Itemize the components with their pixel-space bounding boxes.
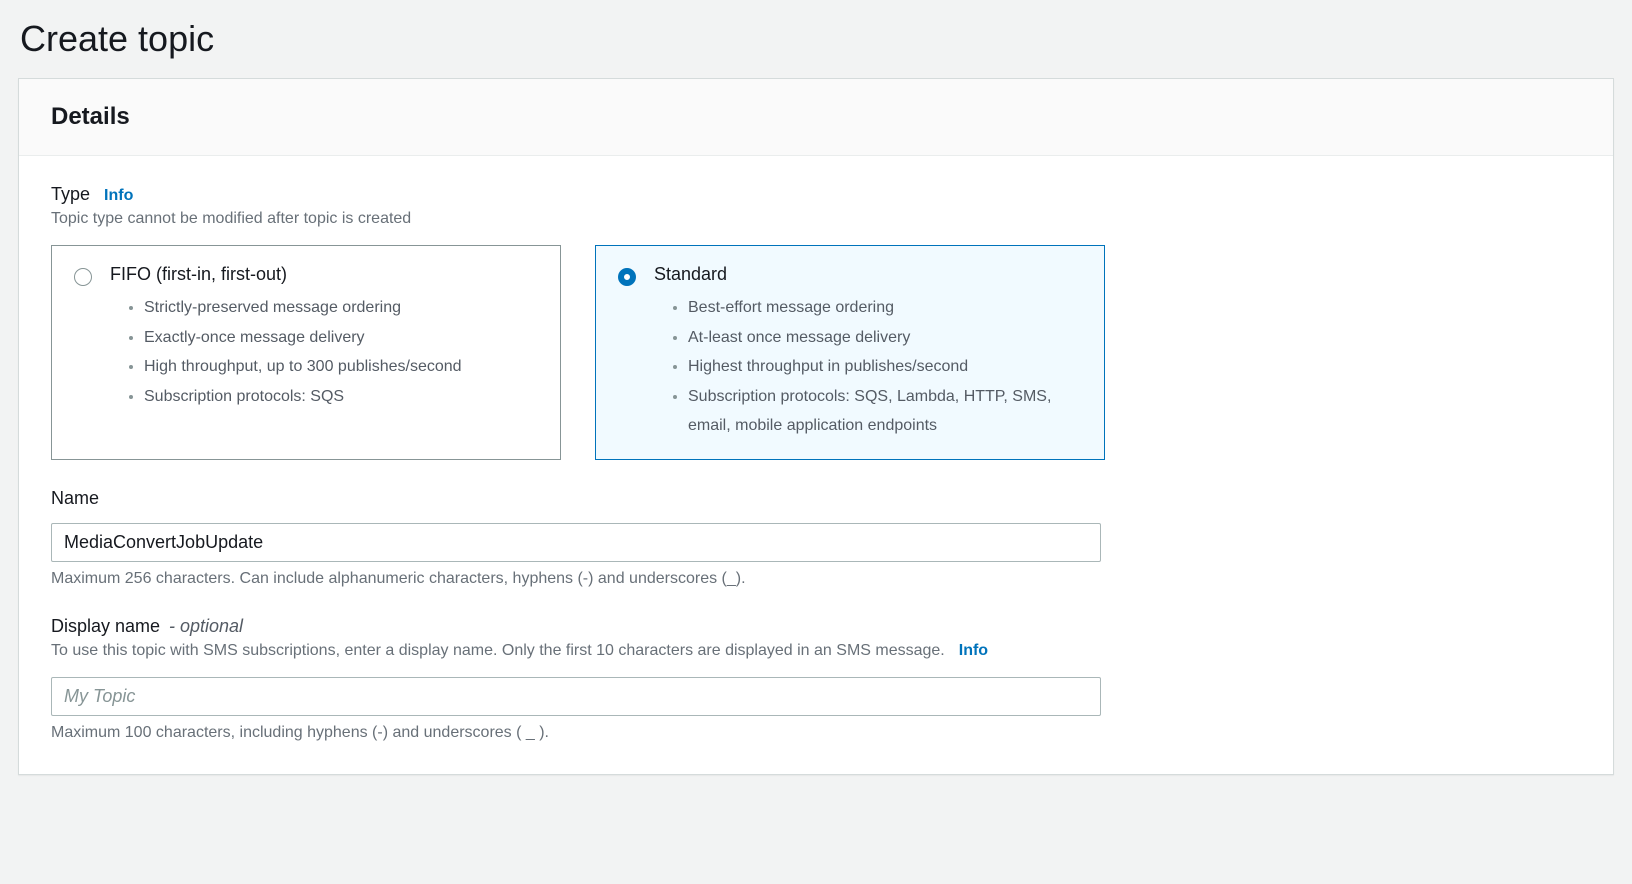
fifo-bullet: Exactly-once message delivery bbox=[144, 323, 538, 353]
fifo-bullet: Subscription protocols: SQS bbox=[144, 382, 538, 412]
details-panel: Details Type Info Topic type cannot be m… bbox=[18, 78, 1614, 775]
name-constraint: Maximum 256 characters. Can include alph… bbox=[51, 570, 1581, 588]
fifo-bullet: High throughput, up to 300 publishes/sec… bbox=[144, 352, 538, 382]
fifo-title: FIFO (first-in, first-out) bbox=[110, 264, 538, 285]
display-name-info-link[interactable]: Info bbox=[959, 642, 988, 660]
fifo-bullet: Strictly-preserved message ordering bbox=[144, 293, 538, 323]
type-info-link[interactable]: Info bbox=[104, 187, 133, 205]
radio-icon bbox=[74, 268, 92, 286]
display-name-input[interactable] bbox=[51, 677, 1101, 716]
type-field-group: Type Info Topic type cannot be modified … bbox=[51, 184, 1581, 460]
display-name-constraint: Maximum 100 characters, including hyphen… bbox=[51, 724, 1581, 742]
type-help-text: Topic type cannot be modified after topi… bbox=[51, 207, 1581, 231]
name-label: Name bbox=[51, 488, 1581, 509]
standard-bullet: Subscription protocols: SQS, Lambda, HTT… bbox=[688, 382, 1082, 441]
page-title: Create topic bbox=[18, 18, 1614, 60]
display-name-label: Display name bbox=[51, 616, 160, 636]
name-input[interactable] bbox=[51, 523, 1101, 562]
type-option-fifo[interactable]: FIFO (first-in, first-out) Strictly-pres… bbox=[51, 245, 561, 460]
display-name-field-group: Display name - optional To use this topi… bbox=[51, 616, 1581, 742]
standard-bullet: At-least once message delivery bbox=[688, 323, 1082, 353]
display-name-help: To use this topic with SMS subscriptions… bbox=[51, 639, 945, 663]
display-name-optional-text: - optional bbox=[169, 616, 243, 636]
type-label: Type bbox=[51, 184, 90, 205]
panel-header: Details bbox=[19, 79, 1613, 156]
standard-bullet: Highest throughput in publishes/second bbox=[688, 352, 1082, 382]
panel-header-title: Details bbox=[51, 103, 1581, 131]
standard-title: Standard bbox=[654, 264, 1082, 285]
radio-icon bbox=[618, 268, 636, 286]
standard-bullet: Best-effort message ordering bbox=[688, 293, 1082, 323]
name-field-group: Name Maximum 256 characters. Can include… bbox=[51, 488, 1581, 588]
type-option-standard[interactable]: Standard Best-effort message ordering At… bbox=[595, 245, 1105, 460]
